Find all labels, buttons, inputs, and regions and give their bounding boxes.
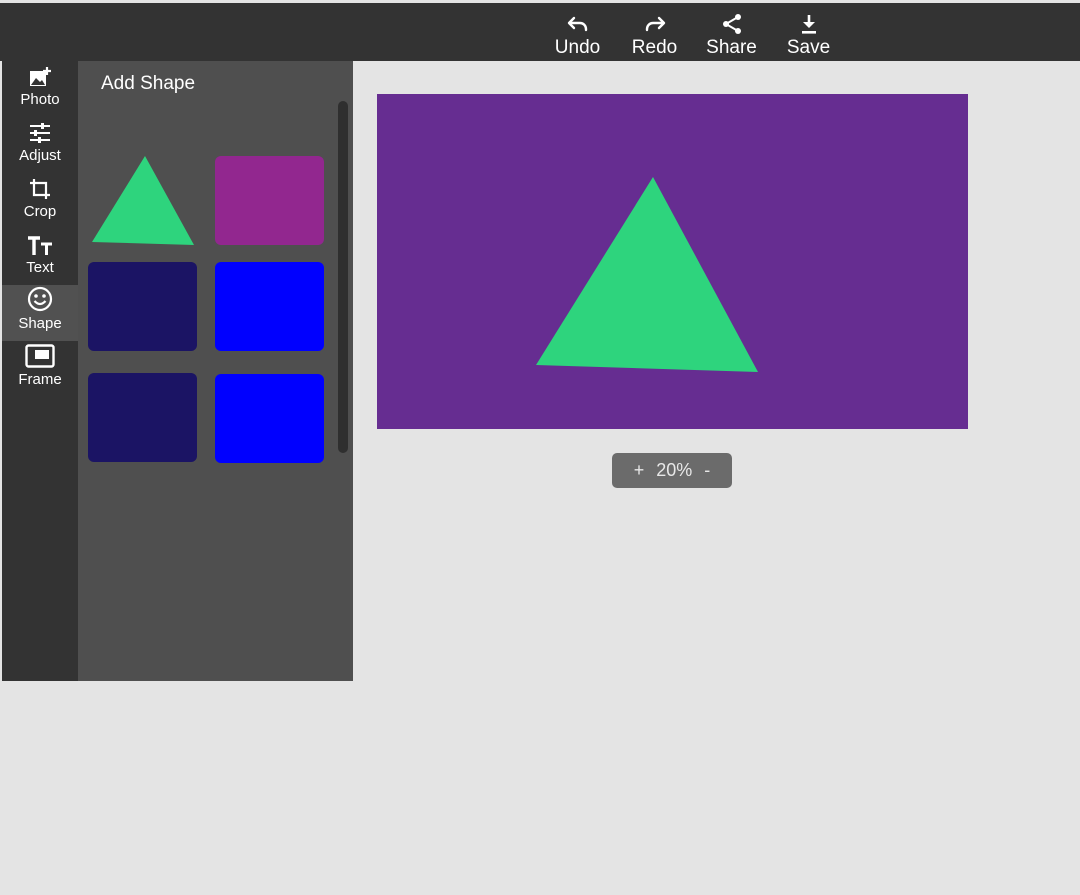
- nav-label-photo: Photo: [20, 91, 60, 108]
- zoom-control: + 20% -: [612, 453, 732, 488]
- nav-item-frame[interactable]: Frame: [2, 341, 78, 397]
- save-label: Save: [786, 37, 831, 58]
- nav-item-photo[interactable]: Photo: [2, 61, 78, 117]
- shape-option-triangle[interactable]: [91, 156, 195, 246]
- frame-icon: [25, 342, 55, 368]
- undo-icon: [567, 13, 589, 35]
- share-button[interactable]: Share: [693, 3, 770, 61]
- toolbar-actions: Undo Redo Share Save: [539, 3, 847, 61]
- shape-option-rect-3[interactable]: [215, 262, 324, 351]
- sliders-icon: [29, 118, 51, 144]
- redo-icon: [644, 13, 666, 35]
- redo-label: Redo: [631, 37, 678, 58]
- design-canvas[interactable]: [377, 94, 968, 429]
- nav-item-text[interactable]: Text: [2, 229, 78, 285]
- nav-label-adjust: Adjust: [19, 147, 61, 164]
- nav-label-text: Text: [26, 259, 54, 276]
- add-photo-icon: [29, 62, 51, 88]
- zoom-level: 20%: [656, 460, 693, 480]
- top-toolbar: Undo Redo Share Save: [0, 3, 1080, 61]
- save-button[interactable]: Save: [770, 3, 847, 61]
- shape-option-rect-5[interactable]: [215, 374, 324, 463]
- zoom-in-button[interactable]: +: [626, 460, 653, 481]
- shape-panel: Add Shape: [78, 61, 353, 681]
- crop-icon: [29, 174, 51, 200]
- download-icon: [800, 13, 818, 35]
- nav-item-shape[interactable]: Shape: [2, 285, 78, 341]
- nav-label-crop: Crop: [23, 203, 57, 220]
- nav-item-adjust[interactable]: Adjust: [2, 117, 78, 173]
- panel-title: Add Shape: [101, 73, 196, 94]
- undo-label: Undo: [554, 37, 601, 58]
- shape-option-rect-2[interactable]: [88, 262, 197, 351]
- nav-item-crop[interactable]: Crop: [2, 173, 78, 229]
- text-size-icon: [27, 230, 53, 256]
- nav-label-frame: Frame: [18, 371, 62, 388]
- undo-button[interactable]: Undo: [539, 3, 616, 61]
- canvas-triangle-shape[interactable]: [377, 94, 968, 429]
- nav-label-shape: Shape: [18, 315, 62, 332]
- redo-button[interactable]: Redo: [616, 3, 693, 61]
- smiley-icon: [27, 286, 53, 312]
- shape-option-rect-4[interactable]: [88, 373, 197, 462]
- share-label: Share: [706, 37, 757, 58]
- left-nav: Photo Adjust Crop Text Shape Frame: [2, 61, 78, 681]
- share-icon: [721, 13, 743, 35]
- zoom-out-button[interactable]: -: [696, 460, 718, 481]
- panel-scrollbar[interactable]: [338, 101, 348, 453]
- shape-option-rect-1[interactable]: [215, 156, 324, 245]
